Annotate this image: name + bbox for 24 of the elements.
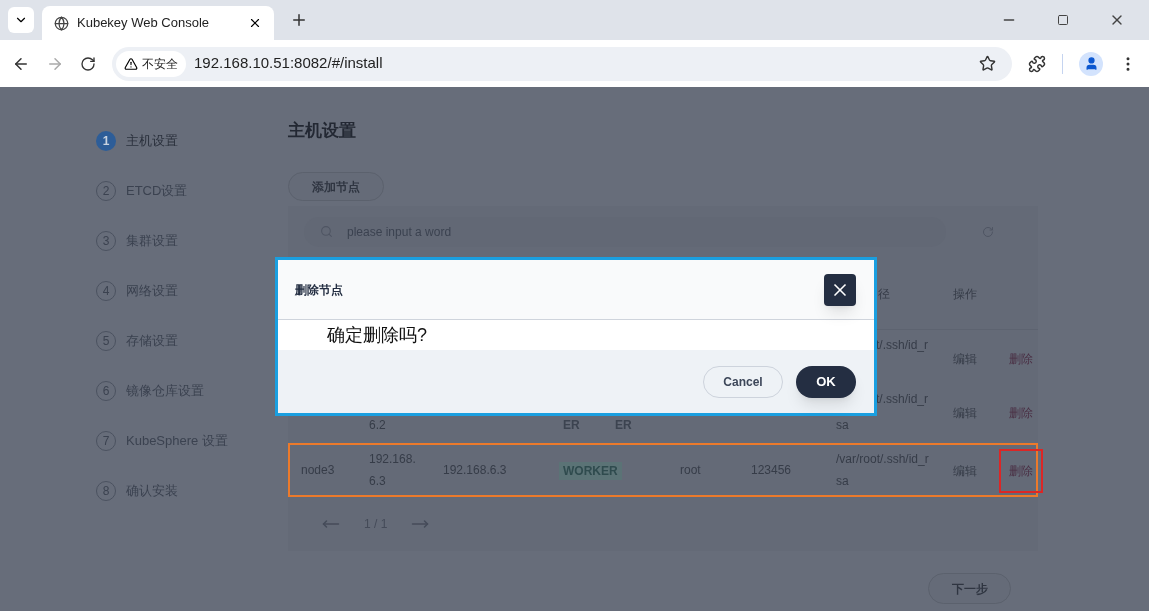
dialog-message: 确定删除吗?: [327, 323, 427, 347]
dialog-title: 删除节点: [295, 281, 343, 299]
url-text: 192.168.10.51:8082/#/install: [194, 53, 384, 74]
address-bar[interactable]: 不安全 192.168.10.51:8082/#/install: [112, 46, 1012, 81]
tab-list-button[interactable]: [8, 7, 34, 33]
person-icon: [1083, 56, 1099, 71]
step-number: 1: [96, 131, 116, 151]
cancel-button[interactable]: Cancel: [703, 365, 783, 398]
close-button[interactable]: [824, 273, 856, 306]
close-tab-icon[interactable]: [248, 16, 262, 30]
tab-title: Kubekey Web Console: [77, 14, 210, 33]
warning-icon: [124, 56, 138, 71]
bookmark-star-icon[interactable]: [979, 55, 996, 72]
browser-tab[interactable]: Kubekey Web Console: [42, 6, 274, 40]
maximize-icon[interactable]: [1057, 14, 1069, 26]
profile-avatar[interactable]: [1079, 51, 1103, 76]
new-tab-icon[interactable]: [290, 11, 308, 29]
ok-button[interactable]: OK: [796, 365, 856, 398]
security-chip[interactable]: 不安全: [116, 50, 186, 77]
page-title: 主机设置: [288, 120, 357, 142]
extensions-icon[interactable]: [1028, 54, 1046, 73]
reload-icon[interactable]: [80, 55, 96, 72]
globe-icon: [54, 15, 69, 31]
step-item[interactable]: 1 主机设置: [96, 131, 288, 151]
